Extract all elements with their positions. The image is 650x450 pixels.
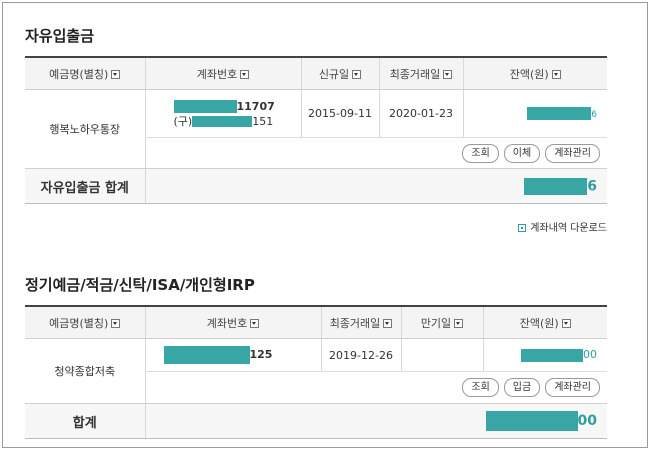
column-header-last-transaction[interactable]: 최종거래일 <box>320 305 401 339</box>
total-row: 합계 00 <box>25 403 607 439</box>
redacted-block <box>163 346 250 364</box>
column-header-maturity-date[interactable]: 만기일 <box>400 305 483 339</box>
total-label: 합계 <box>25 403 145 439</box>
redacted-block <box>173 100 237 113</box>
column-header-last-transaction[interactable]: 최종거래일 <box>378 56 463 90</box>
redacted-block <box>521 348 583 362</box>
total-value: 6 <box>144 168 607 204</box>
sort-dropdown-icon[interactable] <box>551 69 561 79</box>
action-buttons: 조회 이체 계좌관리 <box>144 137 607 169</box>
sort-dropdown-icon[interactable] <box>383 318 393 328</box>
transfer-button[interactable]: 이체 <box>503 143 541 163</box>
sort-dropdown-icon[interactable] <box>561 318 571 328</box>
download-account-history-link[interactable]: 계좌내역 다운로드 <box>518 219 607 234</box>
sort-dropdown-icon[interactable] <box>454 318 464 328</box>
sort-dropdown-icon[interactable] <box>111 69 121 79</box>
account-name[interactable]: 행복노하우통장 <box>25 89 145 169</box>
balance-cell: 6 <box>462 89 607 138</box>
section-title-term-deposit: 정기예금/적금/신탁/ISA/개인형IRP <box>25 276 255 294</box>
sort-dropdown-icon[interactable] <box>443 69 453 79</box>
total-label: 자유입출금 합계 <box>25 168 145 204</box>
column-header-account-number[interactable]: 계좌번호 <box>144 56 301 90</box>
action-buttons: 조회 입금 계좌관리 <box>144 371 607 404</box>
inquiry-button[interactable]: 조회 <box>462 378 499 397</box>
table-row: 행복노하우통장 11707 (구) 151 2015-09-11 2020-01-… <box>25 89 607 169</box>
term-deposit-table: 예금명(별칭) 계좌번호 최종거래일 만기일 잔액(원) 청약종합저축 125 … <box>25 305 607 439</box>
maturity-date <box>400 338 483 372</box>
total-value: 00 <box>144 403 607 439</box>
account-number-cell[interactable]: 125 <box>144 338 321 372</box>
column-header-open-date[interactable]: 신규일 <box>300 56 379 90</box>
sort-dropdown-icon[interactable] <box>352 69 362 79</box>
redacted-block <box>192 116 253 127</box>
total-row: 자유입출금 합계 6 <box>25 168 607 204</box>
account-management-button[interactable]: 계좌관리 <box>545 378 600 397</box>
sort-dropdown-icon[interactable] <box>250 318 260 328</box>
last-transaction-date: 2020-01-23 <box>378 89 463 138</box>
account-management-button[interactable]: 계좌관리 <box>545 143 600 163</box>
inquiry-button[interactable]: 조회 <box>462 143 499 163</box>
deposit-button[interactable]: 입금 <box>503 378 541 397</box>
column-header-account-name[interactable]: 예금명(별칭) <box>25 305 145 339</box>
sort-dropdown-icon[interactable] <box>240 69 250 79</box>
table-row: 청약종합저축 125 2019-12-26 00 <box>25 338 607 404</box>
account-name[interactable]: 청약종합저축 <box>25 338 145 404</box>
account-number-cell[interactable]: 11707 (구) 151 <box>144 89 301 138</box>
open-date: 2015-09-11 <box>300 89 379 138</box>
section-title-demand-deposit: 자유입출금 <box>25 27 95 45</box>
sort-dropdown-icon[interactable] <box>111 318 121 328</box>
column-header-account-name[interactable]: 예금명(별칭) <box>25 56 145 90</box>
column-header-account-number[interactable]: 계좌번호 <box>144 305 321 339</box>
column-header-balance[interactable]: 잔액(원) <box>482 305 607 339</box>
balance-cell: 00 <box>482 338 607 372</box>
column-header-balance[interactable]: 잔액(원) <box>462 56 607 90</box>
redacted-block <box>524 177 588 195</box>
redacted-block <box>527 107 592 121</box>
last-transaction-date: 2019-12-26 <box>320 338 401 372</box>
redacted-block <box>485 411 578 431</box>
demand-deposit-table: 예금명(별칭) 계좌번호 신규일 최종거래일 잔액(원) 행복노하우통장 117… <box>25 56 607 204</box>
download-icon <box>518 224 527 232</box>
